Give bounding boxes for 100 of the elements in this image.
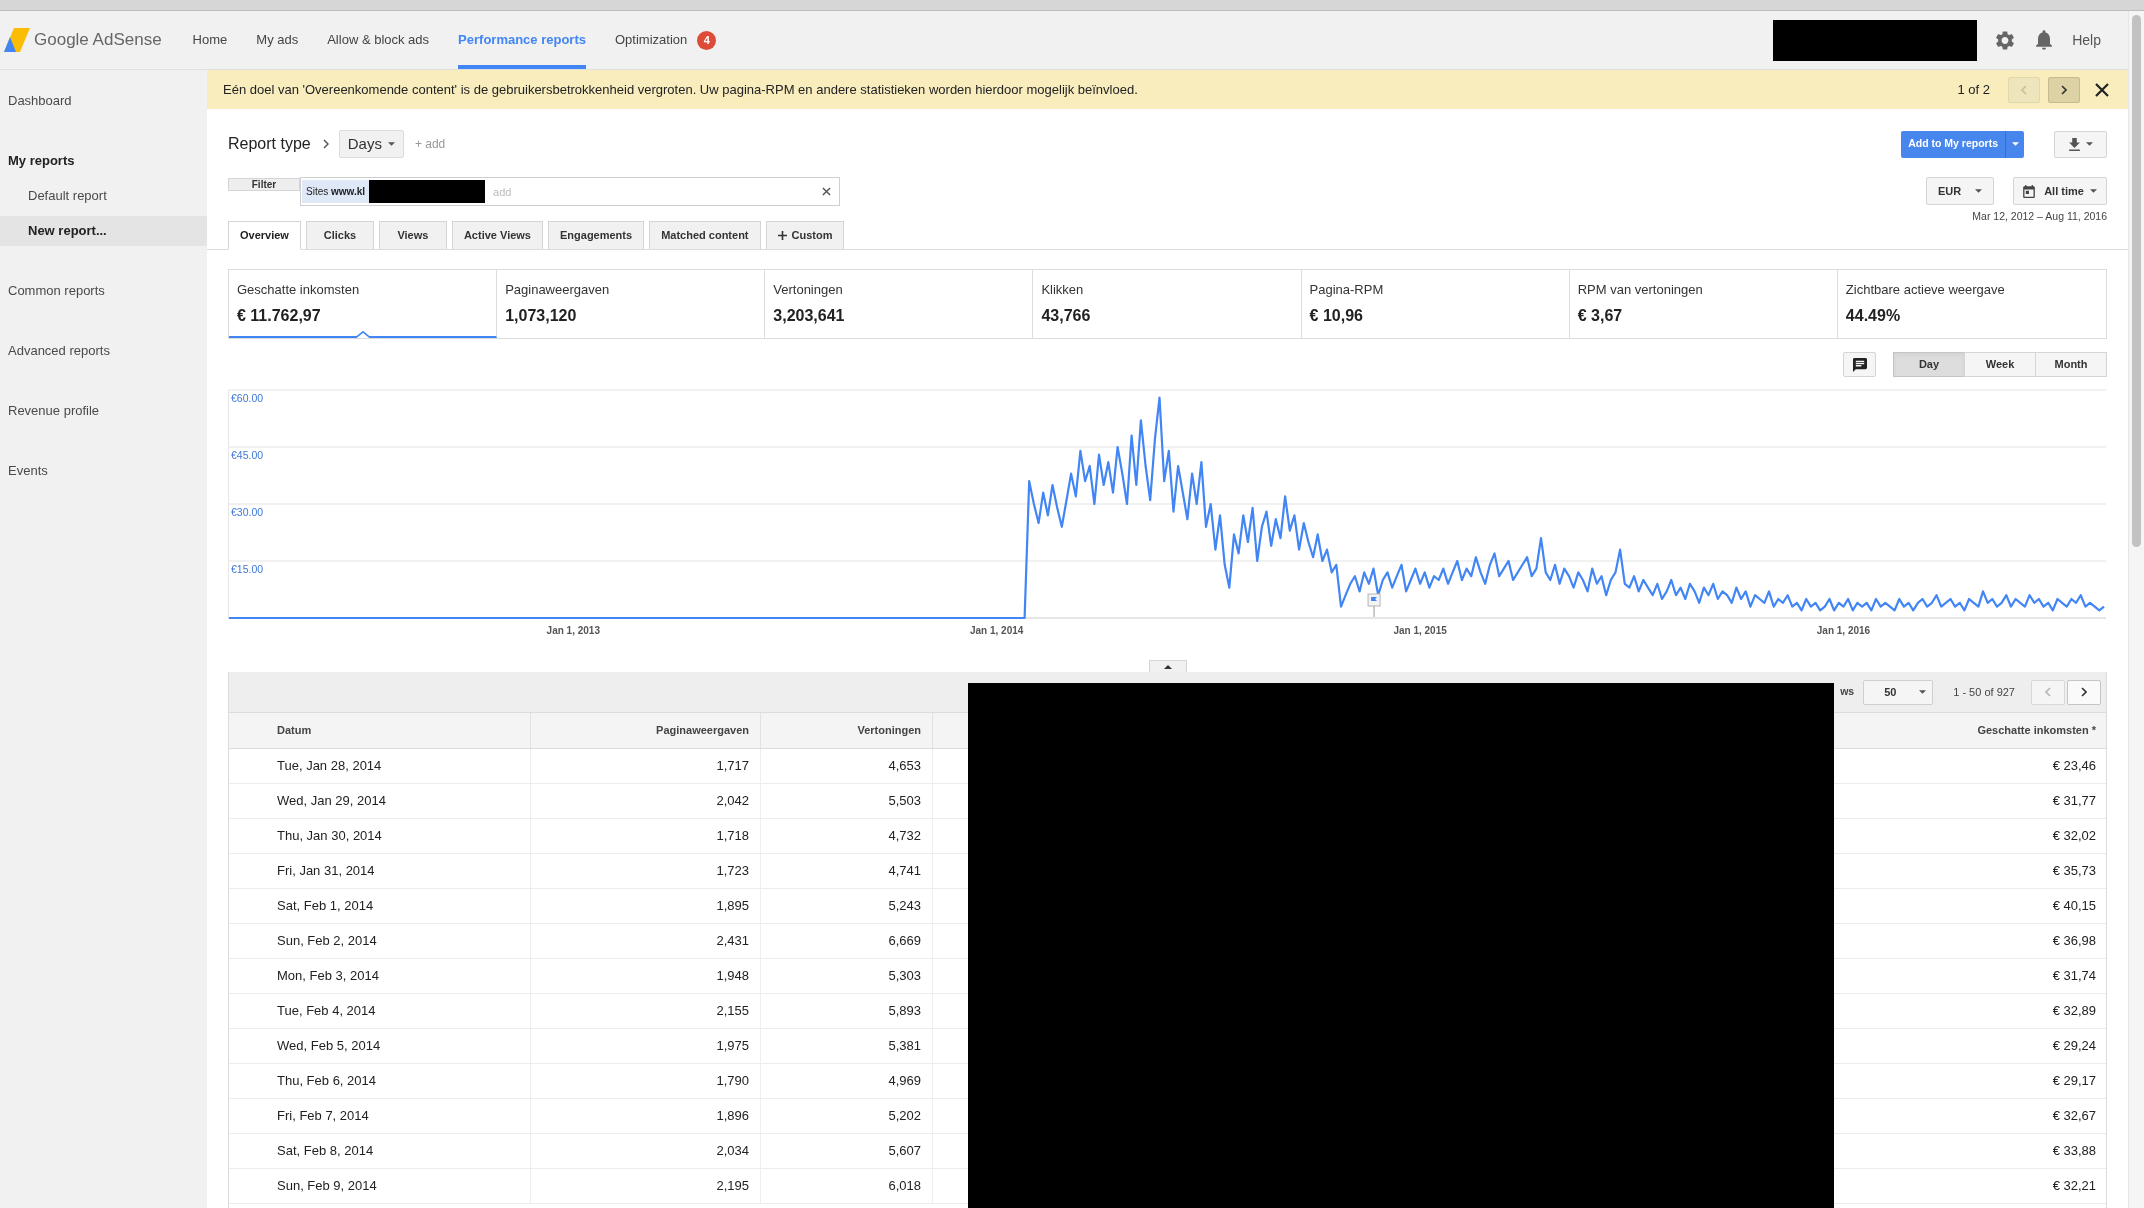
metric-card[interactable]: Pagina-RPM € 10,96: [1301, 270, 1570, 338]
granularity-button[interactable]: Day: [1893, 352, 1965, 377]
nav-link[interactable]: Allow & block ads: [327, 11, 430, 69]
granularity-button[interactable]: Month: [2035, 352, 2107, 377]
tab[interactable]: Overview: [228, 221, 301, 250]
tab[interactable]: Clicks: [305, 221, 374, 249]
tab[interactable]: Custom: [765, 221, 845, 249]
help-link[interactable]: Help: [2072, 29, 2101, 51]
column-header[interactable]: Geschatte inkomsten *: [1977, 722, 2096, 739]
filter-input[interactable]: add: [493, 181, 822, 202]
table-cell-text: Fri, Feb 7, 2014: [277, 1107, 369, 1126]
sidebar-item[interactable]: Dashboard: [0, 86, 207, 116]
table-cell-text: € 35,73: [2052, 862, 2096, 881]
chevron-right-icon: [2061, 84, 2067, 95]
nav-link[interactable]: Home: [192, 11, 228, 69]
table-cell-text: 5,893: [888, 1002, 921, 1021]
nav-link[interactable]: Optimization: [615, 11, 688, 69]
page-counter: 1 of 2: [1957, 80, 1990, 99]
tab[interactable]: Matched content: [649, 221, 761, 249]
metric-card[interactable]: RPM van vertoningen € 3,67: [1569, 270, 1838, 338]
close-icon: [2095, 82, 2109, 97]
scrollbar[interactable]: [2128, 11, 2144, 1208]
settings-icon[interactable]: [1996, 30, 2015, 50]
table-cell-text: Sat, Feb 1, 2014: [277, 897, 374, 916]
nav-link[interactable]: My ads: [256, 11, 299, 69]
comment-button[interactable]: [1843, 352, 1876, 377]
report-type-label: Report type: [228, 134, 311, 154]
add-to-reports-menu-button[interactable]: [2005, 130, 2024, 158]
dimension-dropdown[interactable]: Days: [338, 130, 404, 158]
metric-card[interactable]: Paginaweergaven 1,073,120: [497, 270, 766, 338]
comment-icon: [1852, 357, 1867, 372]
table-cell-text: 6,018: [888, 1177, 921, 1196]
tab[interactable]: Engagements: [548, 221, 645, 249]
caret-down-icon: [2089, 189, 2097, 193]
table-cell-text: € 36,98: [2052, 932, 2096, 951]
table-cell-text: Wed, Jan 29, 2014: [277, 792, 386, 811]
download-icon: [2068, 137, 2080, 151]
next-button[interactable]: [2048, 76, 2080, 103]
chevron-right-icon: [2081, 687, 2087, 697]
column-header[interactable]: Paginaweergaven: [656, 722, 749, 739]
table-cell-text: € 32,89: [2052, 1002, 2096, 1021]
metric-card[interactable]: Zichtbare actieve weergave 44.49%: [1837, 270, 2106, 338]
table-cell-text: Sun, Feb 9, 2014: [277, 1177, 377, 1196]
metric-card[interactable]: Klikken 43,766: [1033, 270, 1302, 338]
table-cell-text: 1,717: [716, 757, 749, 776]
column-header[interactable]: Vertoningen: [857, 722, 921, 739]
table-cell-text: 2,195: [716, 1177, 749, 1196]
y-axis-label: €45.00: [231, 449, 264, 461]
table-cell-text: € 23,46: [2052, 757, 2096, 776]
close-icon[interactable]: [822, 187, 831, 196]
sidebar-item[interactable]: Revenue profile: [0, 396, 207, 426]
download-button[interactable]: [2054, 130, 2107, 158]
table-cell-text: € 32,02: [2052, 827, 2096, 846]
date-range-dropdown[interactable]: All time: [2013, 177, 2107, 205]
sidebar-item[interactable]: My reports: [0, 146, 207, 176]
table-cell-text: 1,975: [716, 1037, 749, 1056]
filter-field[interactable]: Sites www.kl add: [300, 177, 840, 206]
collapse-handle[interactable]: [1148, 660, 1187, 672]
close-button[interactable]: [2094, 81, 2110, 98]
scrollbar-thumb[interactable]: [2132, 15, 2141, 547]
metric-card[interactable]: Vertoningen 3,203,641: [765, 270, 1034, 338]
count-badge: 4: [697, 30, 717, 50]
table-cell-text: € 40,15: [2052, 897, 2096, 916]
sidebar-item[interactable]: Common reports: [0, 276, 207, 306]
filter-tab[interactable]: Filter: [228, 178, 300, 191]
add-to-reports-button[interactable]: Add to My reports: [1901, 130, 2005, 158]
sidebar-item[interactable]: Advanced reports: [0, 336, 207, 366]
metric-label: Pagina-RPM: [1309, 282, 1384, 297]
sidebar-item[interactable]: Default report: [0, 181, 207, 211]
table-cell-text: 1,896: [716, 1107, 749, 1126]
table-cell-text: Thu, Feb 6, 2014: [277, 1072, 376, 1091]
date-range-text: Mar 12, 2012 – Aug 11, 2016: [1972, 209, 2107, 224]
y-axis-label: €30.00: [231, 506, 264, 518]
filter-chip[interactable]: Sites www.kl: [302, 180, 370, 203]
annotation-marker-icon[interactable]: [1367, 593, 1381, 618]
page-info: 1 - 50 of 927: [1953, 684, 2015, 700]
table-cell-text: € 29,17: [2052, 1072, 2096, 1091]
metric-value: 43,766: [1041, 307, 1091, 325]
bell-icon[interactable]: [2036, 30, 2053, 50]
tab[interactable]: Views: [378, 221, 447, 249]
currency-dropdown[interactable]: EUR: [1926, 177, 1994, 205]
tab[interactable]: Active Views: [451, 221, 543, 249]
sidebar-item[interactable]: New report...: [0, 216, 207, 246]
sidebar-item[interactable]: Events: [0, 456, 207, 486]
caret-down-icon: [387, 142, 395, 146]
caret-down-icon: [2085, 142, 2093, 146]
rows-label: ws: [1840, 684, 1855, 700]
next-page-button[interactable]: [2067, 679, 2101, 705]
granularity-button[interactable]: Week: [1964, 352, 2036, 377]
rows-per-page-dropdown[interactable]: 50: [1863, 679, 1934, 705]
caret-down-icon: [2011, 142, 2019, 146]
table-cell-text: 5,202: [888, 1107, 921, 1126]
table-cell-text: € 33,88: [2052, 1142, 2096, 1161]
caret-up-icon: [1163, 664, 1172, 669]
metric-card[interactable]: Geschatte inkomsten € 11.762,97: [229, 270, 498, 338]
column-header[interactable]: Datum: [277, 722, 312, 739]
chevron-right-icon: [322, 139, 329, 149]
caret-down-icon: [1919, 690, 1927, 694]
table-cell-text: 1,948: [716, 967, 749, 986]
table-cell-text: 5,503: [888, 792, 921, 811]
